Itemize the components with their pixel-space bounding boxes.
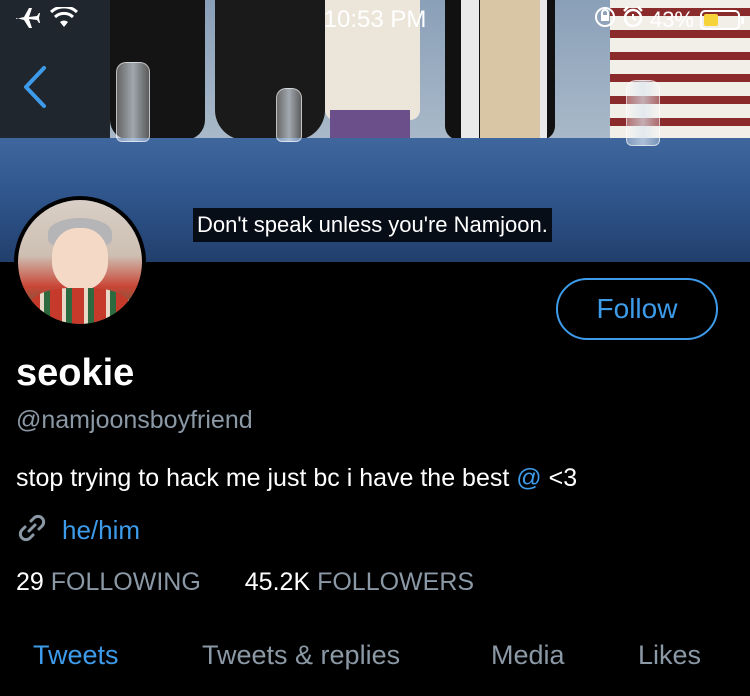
bio-text: stop trying to hack me just bc i have th… — [16, 464, 517, 492]
following-label: FOLLOWING — [50, 568, 201, 596]
battery-icon — [700, 10, 744, 30]
avatar-face — [52, 228, 108, 290]
tab-likes[interactable]: Likes — [638, 640, 701, 671]
follow-stats: 29 FOLLOWING 45.2K FOLLOWERS — [16, 568, 474, 597]
followers-stat[interactable]: 45.2K FOLLOWERS — [245, 568, 474, 597]
alarm-icon — [622, 6, 644, 34]
water-bottle — [626, 80, 660, 146]
profile-link-row: he/him — [16, 512, 140, 549]
battery-percent: 43% — [649, 7, 694, 32]
avatar-sweater — [28, 288, 132, 324]
banner-person-skirt — [330, 110, 410, 140]
following-stat[interactable]: 29 FOLLOWING — [16, 568, 201, 597]
bio-end: <3 — [541, 464, 578, 492]
status-right: 43% — [594, 6, 744, 34]
followers-count: 45.2K — [244, 568, 311, 596]
status-bar: 10:53 PM 43% — [0, 0, 750, 40]
chevron-left-icon — [24, 66, 46, 108]
back-button[interactable] — [18, 62, 58, 112]
orientation-lock-icon — [594, 6, 616, 34]
link-icon — [16, 512, 48, 549]
followers-label: FOLLOWERS — [317, 568, 475, 596]
profile-link[interactable]: he/him — [62, 515, 140, 546]
banner-caption: Don't speak unless you're Namjoon. — [193, 208, 552, 242]
bio-mention[interactable]: @ — [516, 464, 541, 492]
display-name: seokie — [16, 352, 135, 394]
bio: stop trying to hack me just bc i have th… — [16, 464, 577, 493]
follow-button[interactable]: Follow — [556, 278, 718, 340]
avatar-image — [18, 200, 142, 324]
water-bottle — [276, 88, 302, 142]
tab-media[interactable]: Media — [491, 640, 565, 671]
user-handle: @namjoonsboyfriend — [16, 406, 253, 434]
profile-tabs: Tweets Tweets & replies Media Likes — [0, 640, 750, 680]
avatar[interactable] — [14, 196, 146, 328]
water-bottle — [116, 62, 150, 142]
battery-fill — [704, 14, 718, 26]
following-count: 29 — [16, 568, 44, 596]
tab-tweets[interactable]: Tweets — [33, 640, 119, 671]
tab-tweets-replies[interactable]: Tweets & replies — [202, 640, 400, 671]
